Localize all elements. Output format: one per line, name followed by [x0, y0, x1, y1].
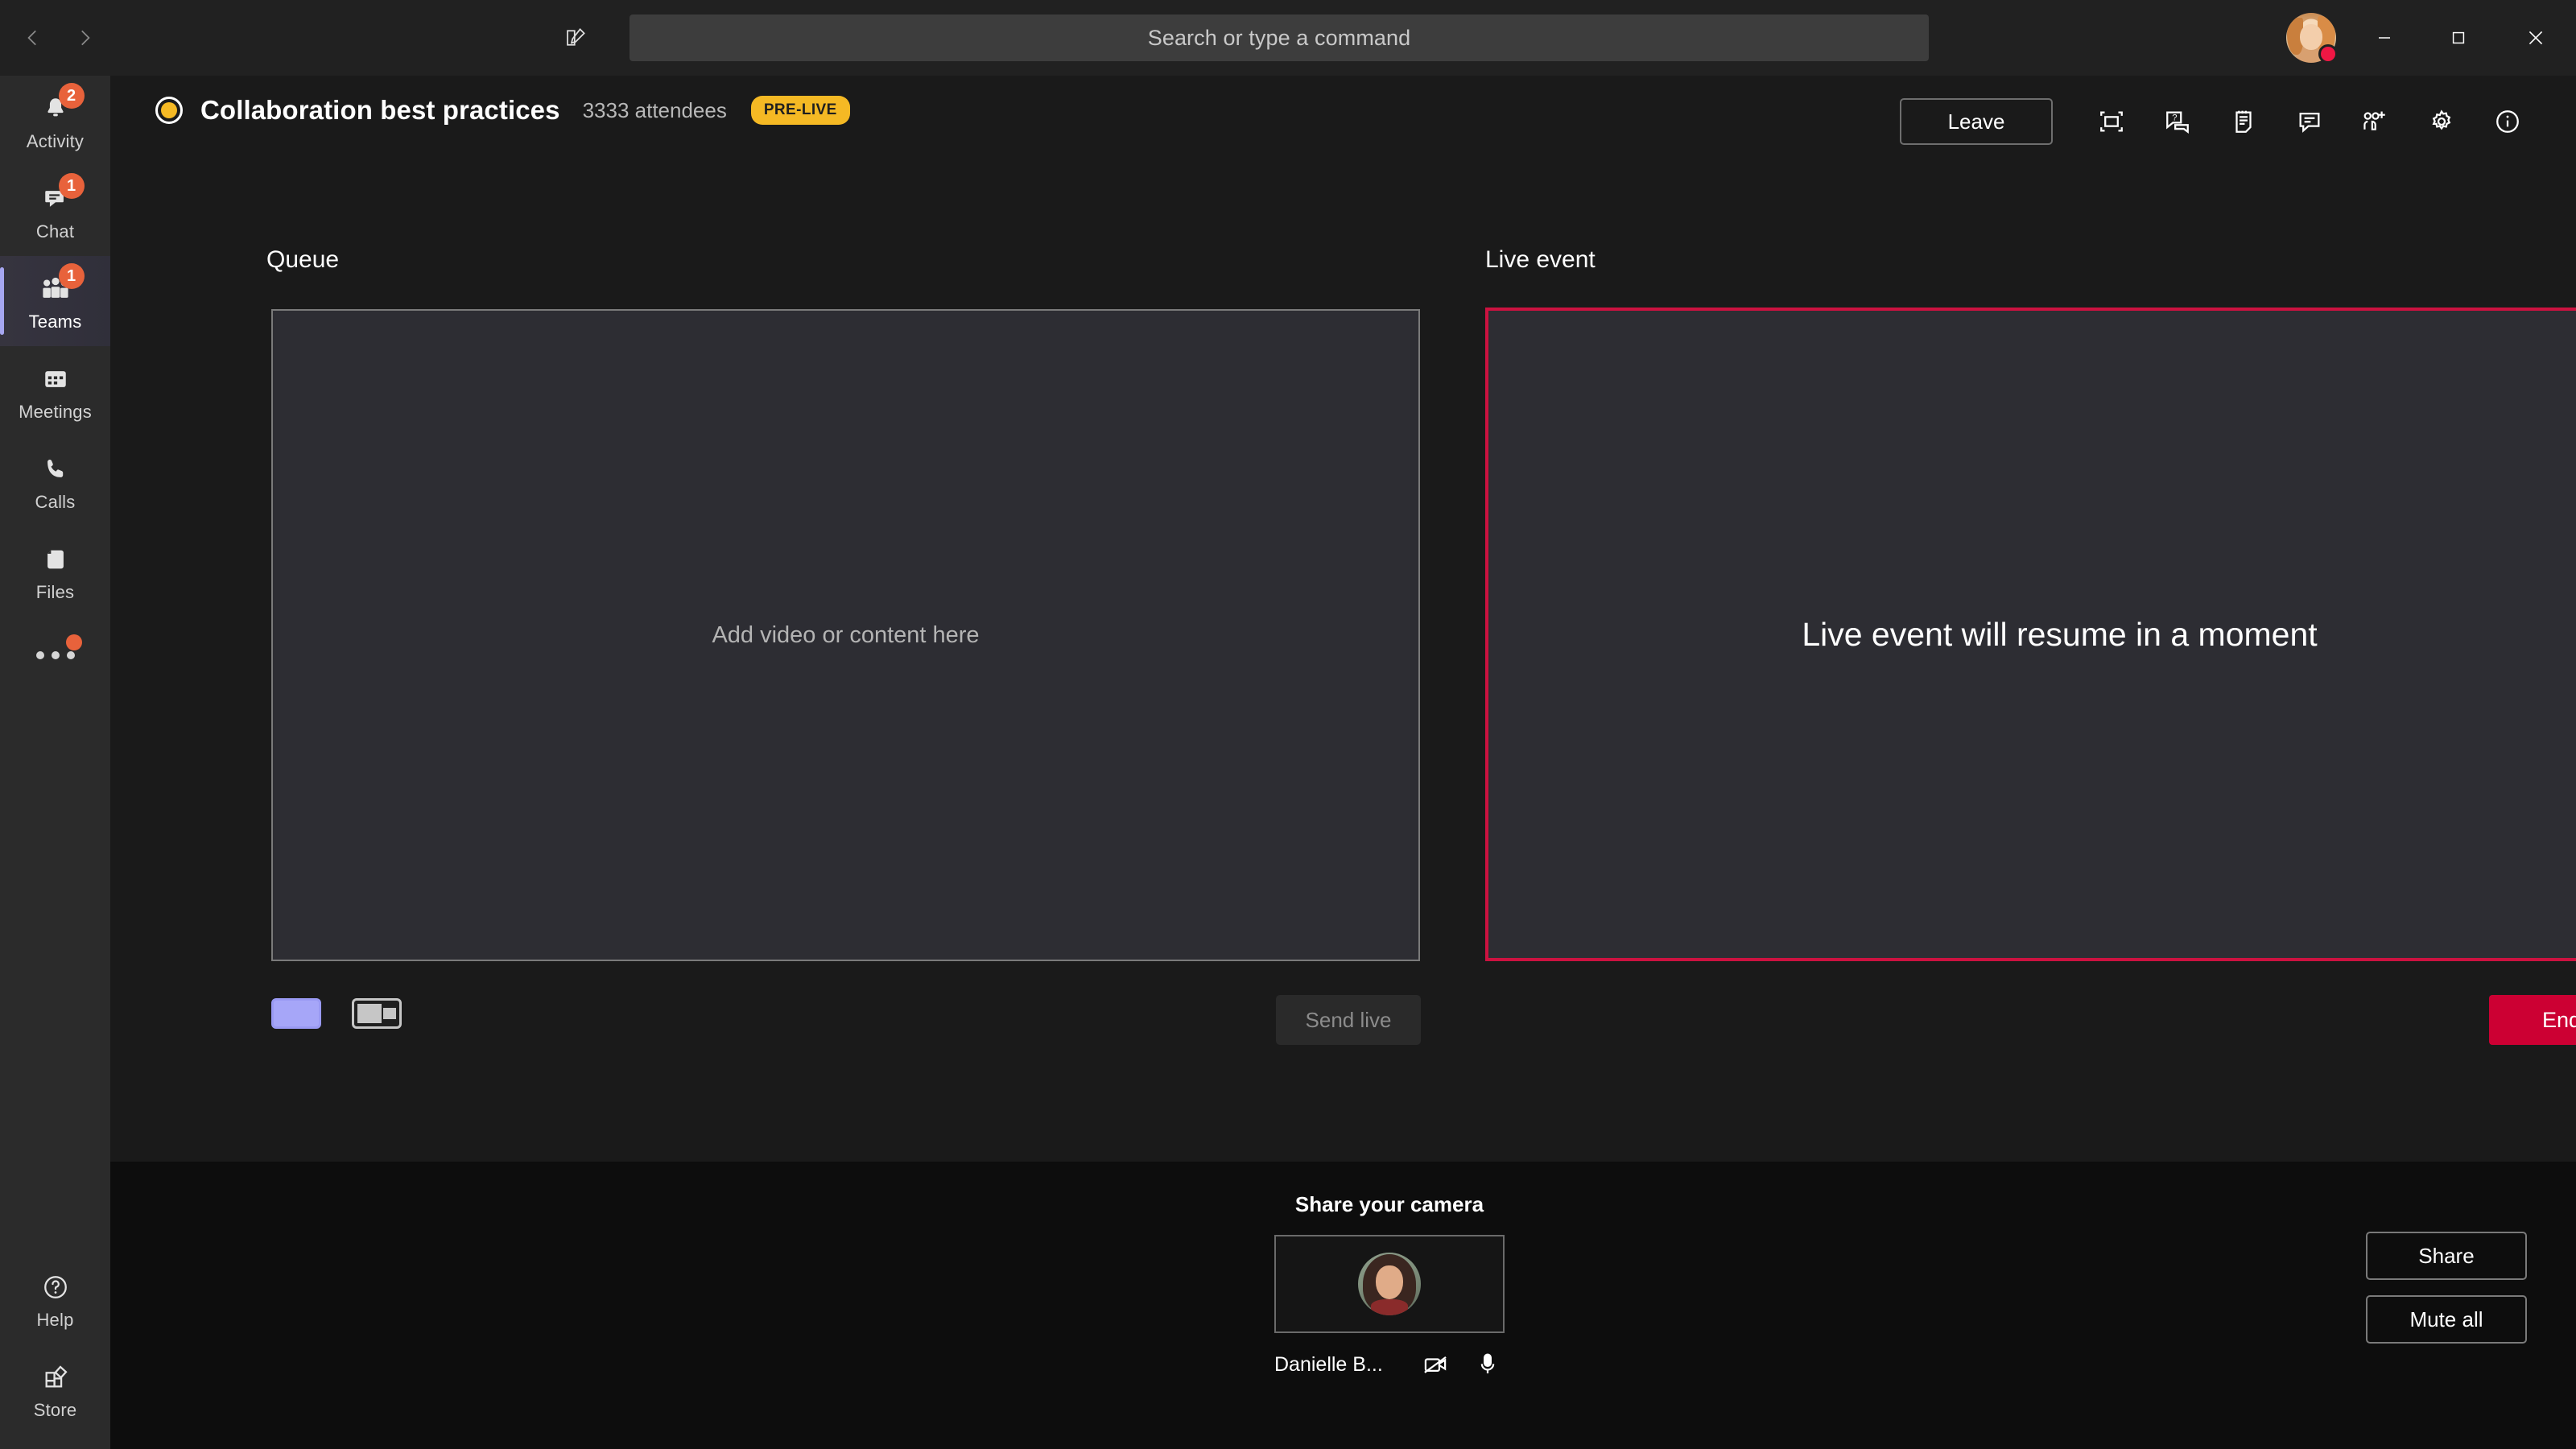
share-camera-title: Share your camera	[1294, 1192, 1484, 1216]
chat-badge: 1	[58, 173, 85, 199]
activity-badge: 2	[58, 83, 85, 109]
search-input[interactable]: Search or type a command	[630, 14, 1929, 61]
more-badge	[66, 634, 82, 650]
compose-icon[interactable]	[555, 18, 596, 58]
share-button[interactable]: Share	[2366, 1232, 2527, 1280]
phone-icon	[35, 450, 76, 489]
window-controls	[2347, 0, 2576, 76]
store-icon	[35, 1358, 76, 1397]
bell-icon: 2	[35, 83, 85, 128]
sidebar-item-label: Calls	[35, 492, 76, 512]
participant-avatar	[1358, 1253, 1421, 1315]
close-icon[interactable]	[2496, 0, 2576, 76]
sidebar-item-calls[interactable]: Calls	[0, 436, 110, 526]
live-event-stage[interactable]: Live event will resume in a moment	[1485, 308, 2576, 961]
bottom-bar: Share your camera Danielle B... Share Mu…	[110, 1162, 2576, 1449]
queue-placeholder: Add video or content here	[712, 621, 980, 648]
svg-text:?: ?	[2172, 114, 2177, 123]
conversation-chat-icon[interactable]	[2277, 95, 2343, 148]
avatar[interactable]	[2286, 13, 2338, 64]
sidebar-item-label: Teams	[28, 312, 82, 332]
sidebar-item-label: Store	[33, 1400, 77, 1420]
queue-label: Queue	[266, 246, 340, 273]
sidebar-item-files[interactable]: Files	[0, 526, 110, 617]
teams-badge: 1	[58, 263, 85, 289]
chat-icon: 1	[35, 173, 85, 218]
bottom-actions: Share Mute all	[2366, 1232, 2527, 1344]
main-content: Collaboration best practices 3333 attend…	[110, 76, 2576, 1162]
sidebar-item-meetings[interactable]: Meetings	[0, 346, 110, 436]
end-button[interactable]: End	[2489, 995, 2576, 1045]
title-bar: Search or type a command	[0, 0, 2576, 76]
maximize-icon[interactable]	[2421, 0, 2496, 76]
event-toolbar: Leave ?	[1900, 95, 2541, 148]
sidebar-item-label: Chat	[35, 221, 75, 242]
notes-icon[interactable]	[2211, 95, 2277, 148]
mute-all-button[interactable]: Mute all	[2366, 1295, 2527, 1344]
status-badge	[2318, 44, 2338, 64]
sidebar-item-help[interactable]: Help	[0, 1254, 110, 1344]
event-header: Collaboration best practices 3333 attend…	[155, 95, 850, 126]
sidebar-item-teams[interactable]: 1 Teams	[0, 256, 110, 346]
participant-name: Danielle B...	[1274, 1352, 1383, 1376]
nav-buttons	[14, 19, 103, 56]
fit-to-frame-icon[interactable]	[2079, 95, 2145, 148]
layout-selector	[271, 998, 402, 1029]
sidebar-item-label: Help	[36, 1310, 74, 1330]
minimize-icon[interactable]	[2347, 0, 2421, 76]
more-apps-button[interactable]	[0, 617, 110, 694]
live-event-message: Live event will resume in a moment	[1802, 615, 2318, 653]
queue-stage[interactable]: Add video or content here	[271, 309, 1420, 961]
share-camera-group: Share your camera Danielle B...	[1220, 1192, 1558, 1381]
settings-gear-icon[interactable]	[2409, 95, 2475, 148]
search-placeholder: Search or type a command	[1147, 25, 1411, 50]
camera-preview[interactable]	[1274, 1235, 1505, 1333]
teams-icon: 1	[35, 263, 85, 308]
sidebar-item-activity[interactable]: 2 Activity	[0, 76, 110, 166]
camera-off-icon[interactable]	[1419, 1348, 1453, 1381]
calendar-icon	[35, 360, 76, 398]
sidebar-item-store[interactable]: Store	[0, 1344, 110, 1435]
status-badge: PRE-LIVE	[750, 96, 850, 125]
send-live-button[interactable]: Send live	[1276, 995, 1421, 1045]
live-event-label: Live event	[1485, 246, 1596, 273]
more-icon	[35, 651, 75, 659]
layout-content-with-video-button[interactable]	[352, 998, 402, 1029]
layout-single-button[interactable]	[271, 998, 321, 1029]
files-icon	[35, 540, 76, 579]
back-icon[interactable]	[14, 19, 52, 56]
app-rail: 2 Activity 1 Chat 1 Teams Meetings Calls…	[0, 76, 110, 1449]
sidebar-item-chat[interactable]: 1 Chat	[0, 166, 110, 256]
leave-button[interactable]: Leave	[1900, 98, 2053, 145]
add-people-icon[interactable]	[2343, 95, 2409, 148]
attendee-count: 3333 attendees	[582, 97, 727, 122]
sidebar-item-label: Files	[35, 582, 75, 602]
microphone-icon[interactable]	[1471, 1348, 1505, 1381]
page-title: Collaboration best practices	[200, 95, 560, 125]
sidebar-item-label: Activity	[26, 131, 85, 151]
sidebar-item-label: Meetings	[19, 402, 92, 422]
live-status-dot	[155, 97, 183, 124]
help-icon	[35, 1268, 76, 1307]
qna-icon[interactable]: ?	[2145, 95, 2211, 148]
info-icon[interactable]	[2475, 95, 2541, 148]
camera-controls-row: Danielle B...	[1274, 1348, 1505, 1381]
forward-icon[interactable]	[66, 19, 103, 56]
